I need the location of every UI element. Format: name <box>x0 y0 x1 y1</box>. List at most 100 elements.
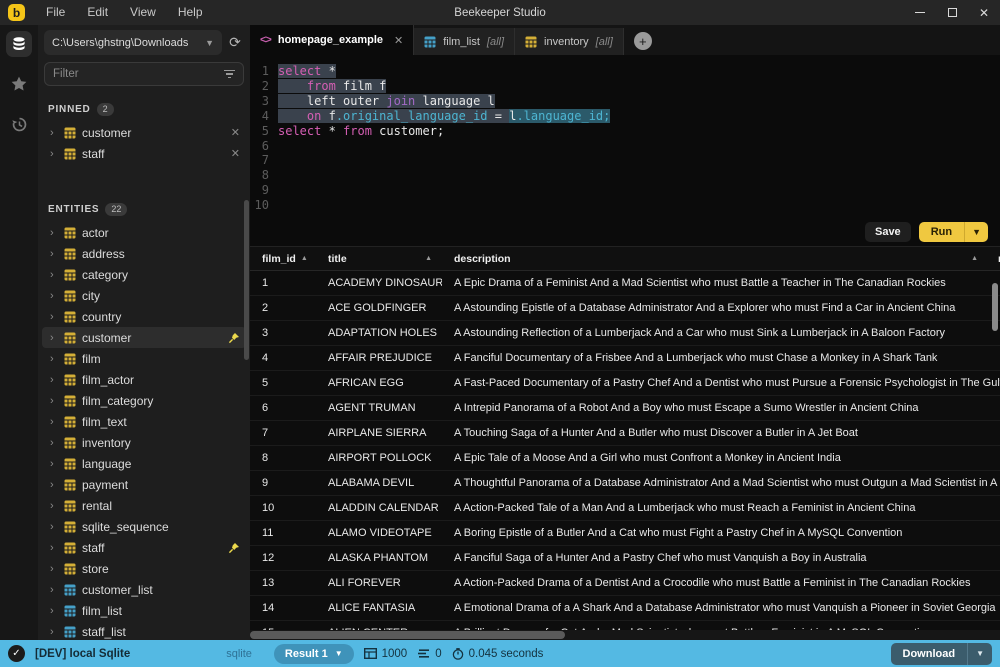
entity-item-film_actor[interactable]: › film_actor <box>38 369 250 390</box>
chevron-right-icon[interactable]: › <box>50 332 58 344</box>
close-tab-icon[interactable]: ✕ <box>394 34 403 47</box>
table-row[interactable]: 11 ALAMO VIDEOTAPE A Boring Epistle of a… <box>250 521 1000 546</box>
entity-item-film_category[interactable]: › film_category <box>38 390 250 411</box>
filter-input[interactable] <box>53 68 224 80</box>
refresh-button[interactable]: ⟳ <box>226 34 244 51</box>
chevron-right-icon[interactable]: › <box>50 458 58 470</box>
chevron-right-icon[interactable]: › <box>50 248 58 260</box>
table-row[interactable]: 5 AFRICAN EGG A Fast-Paced Documentary o… <box>250 371 1000 396</box>
pin-icon <box>228 332 240 344</box>
chevron-right-icon[interactable]: › <box>50 353 58 365</box>
run-options-button[interactable]: ▼ <box>964 222 988 242</box>
chevron-right-icon[interactable]: › <box>50 148 58 160</box>
chevron-right-icon[interactable]: › <box>50 563 58 575</box>
table-icon <box>64 521 76 533</box>
entity-item-staff_list[interactable]: › staff_list <box>38 621 250 640</box>
entity-item-address[interactable]: › address <box>38 243 250 264</box>
run-button[interactable]: Run <box>919 222 964 242</box>
history-nav-button[interactable] <box>6 111 32 137</box>
entity-item-inventory[interactable]: › inventory <box>38 432 250 453</box>
entity-item-staff[interactable]: › staff <box>38 537 250 558</box>
entity-item-country[interactable]: › country <box>38 306 250 327</box>
pinned-item-staff[interactable]: › staff ✕ <box>38 143 250 164</box>
entity-item-city[interactable]: › city <box>38 285 250 306</box>
entity-item-sqlite_sequence[interactable]: › sqlite_sequence <box>38 516 250 537</box>
entity-item-category[interactable]: › category <box>38 264 250 285</box>
chevron-right-icon[interactable]: › <box>50 311 58 323</box>
chevron-right-icon[interactable]: › <box>50 395 58 407</box>
table-icon <box>64 248 76 260</box>
maximize-button[interactable] <box>936 0 968 25</box>
unpin-close-icon[interactable]: ✕ <box>231 147 240 160</box>
sql-editor[interactable]: 12345678910 select * from film f left ou… <box>250 55 1000 217</box>
entity-item-language[interactable]: › language <box>38 453 250 474</box>
table-row[interactable]: 4 AFFAIR PREJUDICE A Fanciful Documentar… <box>250 346 1000 371</box>
table-row[interactable]: 13 ALI FOREVER A Action-Packed Drama of … <box>250 571 1000 596</box>
sort-icon: ▲ <box>971 255 978 262</box>
chevron-right-icon[interactable]: › <box>50 269 58 281</box>
entity-item-film[interactable]: › film <box>38 348 250 369</box>
connection-selector[interactable]: C:\Users\ghstng\Downloads ▼ <box>44 30 222 55</box>
column-header-film-id[interactable]: film_id ▲ <box>250 253 316 265</box>
sidebar-scrollbar[interactable] <box>244 200 249 360</box>
new-tab-button[interactable]: + <box>634 32 652 50</box>
chevron-right-icon[interactable]: › <box>50 500 58 512</box>
timer-icon <box>452 648 464 660</box>
table-row[interactable]: 15 ALIEN CENTER A Brilliant Drama of a C… <box>250 621 1000 630</box>
entity-item-film_text[interactable]: › film_text <box>38 411 250 432</box>
rows-icon <box>417 649 430 658</box>
scrollbar-thumb[interactable] <box>250 631 565 639</box>
minimize-button[interactable] <box>904 0 936 25</box>
results-horizontal-scrollbar[interactable] <box>250 630 1000 640</box>
tab-inventory[interactable]: inventory [all] <box>515 28 624 55</box>
column-header-description[interactable]: description ▲ <box>442 253 986 265</box>
table-row[interactable]: 10 ALADDIN CALENDAR A Action-Packed Tale… <box>250 496 1000 521</box>
chevron-right-icon[interactable]: › <box>50 626 58 638</box>
column-header-partial[interactable]: r <box>986 253 1000 265</box>
download-button[interactable]: Download <box>891 643 968 665</box>
chevron-right-icon[interactable]: › <box>50 521 58 533</box>
menu-file[interactable]: File <box>35 0 76 25</box>
chevron-right-icon[interactable]: › <box>50 290 58 302</box>
table-row[interactable]: 6 AGENT TRUMAN A Intrepid Panorama of a … <box>250 396 1000 421</box>
menu-edit[interactable]: Edit <box>76 0 119 25</box>
close-button[interactable]: ✕ <box>968 0 1000 25</box>
save-button[interactable]: Save <box>865 222 911 242</box>
column-header-title[interactable]: title ▲ <box>316 253 442 265</box>
entity-item-actor[interactable]: › actor <box>38 222 250 243</box>
chevron-right-icon[interactable]: › <box>50 416 58 428</box>
chevron-right-icon[interactable]: › <box>50 542 58 554</box>
chevron-right-icon[interactable]: › <box>50 374 58 386</box>
chevron-right-icon[interactable]: › <box>50 479 58 491</box>
pinned-item-customer[interactable]: › customer ✕ <box>38 122 250 143</box>
chevron-right-icon[interactable]: › <box>50 584 58 596</box>
entity-item-film_list[interactable]: › film_list <box>38 600 250 621</box>
unpin-close-icon[interactable]: ✕ <box>231 126 240 139</box>
menu-view[interactable]: View <box>119 0 167 25</box>
entity-item-rental[interactable]: › rental <box>38 495 250 516</box>
chevron-right-icon[interactable]: › <box>50 437 58 449</box>
result-selector[interactable]: Result 1 ▼ <box>274 644 354 664</box>
favorites-nav-button[interactable] <box>6 71 32 97</box>
table-row[interactable]: 12 ALASKA PHANTOM A Fanciful Saga of a H… <box>250 546 1000 571</box>
database-nav-button[interactable] <box>6 31 32 57</box>
entity-item-customer_list[interactable]: › customer_list <box>38 579 250 600</box>
results-vertical-scrollbar[interactable] <box>992 283 998 331</box>
entity-item-store[interactable]: › store <box>38 558 250 579</box>
entity-item-customer[interactable]: › customer <box>42 327 246 348</box>
chevron-right-icon[interactable]: › <box>50 227 58 239</box>
table-row[interactable]: 14 ALICE FANTASIA A Emotional Drama of a… <box>250 596 1000 621</box>
table-row[interactable]: 9 ALABAMA DEVIL A Thoughtful Panorama of… <box>250 471 1000 496</box>
table-row[interactable]: 8 AIRPORT POLLOCK A Epic Tale of a Moose… <box>250 446 1000 471</box>
table-row[interactable]: 7 AIRPLANE SIERRA A Touching Saga of a H… <box>250 421 1000 446</box>
tab-film_list[interactable]: film_list [all] <box>414 28 515 55</box>
chevron-right-icon[interactable]: › <box>50 605 58 617</box>
download-options-button[interactable]: ▼ <box>967 643 992 665</box>
menu-help[interactable]: Help <box>167 0 214 25</box>
entity-item-payment[interactable]: › payment <box>38 474 250 495</box>
table-row[interactable]: 2 ACE GOLDFINGER A Astounding Epistle of… <box>250 296 1000 321</box>
chevron-right-icon[interactable]: › <box>50 127 58 139</box>
tab-homepage_example[interactable]: <>homepage_example ✕ <box>250 25 414 55</box>
table-row[interactable]: 3 ADAPTATION HOLES A Astounding Reflecti… <box>250 321 1000 346</box>
table-row[interactable]: 1 ACADEMY DINOSAUR A Epic Drama of a Fem… <box>250 271 1000 296</box>
